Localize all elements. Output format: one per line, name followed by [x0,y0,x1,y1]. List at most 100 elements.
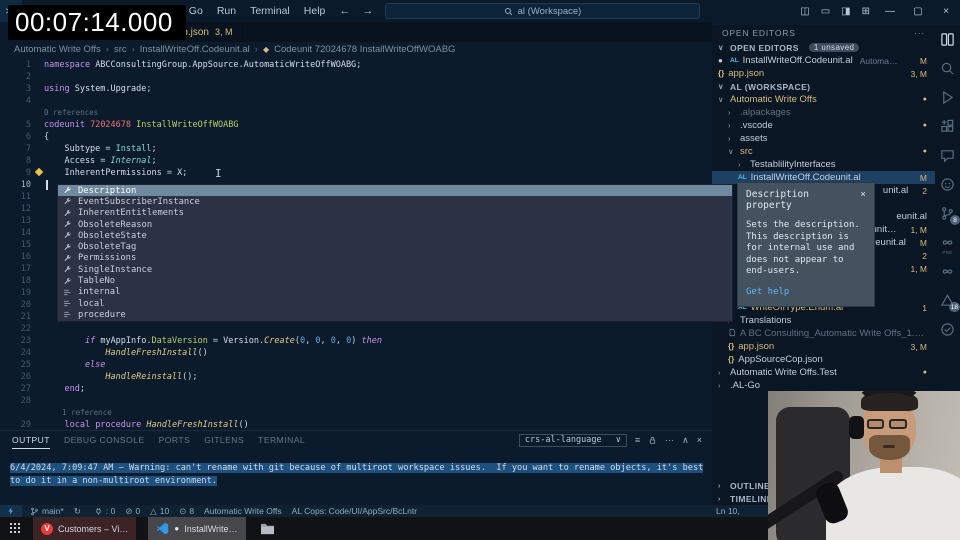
suggest-item[interactable]: InherentEntitlements [58,208,732,219]
breadcrumb-item[interactable]: Automatic Write Offs [14,44,101,55]
output-channel-select[interactable]: crs-al-language ∨ [518,433,627,447]
code-line[interactable]: 6 { [0,131,712,143]
tree-item[interactable]: ∨ src ● [712,145,935,158]
tree-section-header[interactable]: ∨ AL (WORKSPACE) [712,80,935,93]
panel-tab-output[interactable]: OUTPUT [12,431,50,449]
suggest-item[interactable]: SingleInstance [58,264,732,275]
branch-icon[interactable]: 8 [939,205,960,225]
tree-item[interactable]: {} app.json 3, M [712,67,935,80]
taskbar-vscode[interactable]: ● InstallWrite… [148,517,246,540]
status-error[interactable]: ⊘ 0 [125,506,140,517]
panel-tab-debug-console[interactable]: DEBUG CONSOLE [64,431,145,449]
test-icon[interactable]: 18 [939,292,960,312]
more-icon[interactable]: ··· [665,435,674,446]
code-line[interactable]: 8 Access = Internal; [0,155,712,167]
status-cursor-position[interactable]: Ln 10, [716,505,740,517]
tree-item[interactable]: A BC Consulting_Automatic Write Offs_1.0… [712,327,935,340]
tree-item[interactable]: › .vscode ● [712,119,935,132]
status-sync[interactable]: ↻ [74,506,84,517]
maximize-button[interactable]: ▢ [904,0,932,22]
tree-item[interactable]: ›Translations [712,314,935,327]
status-warning[interactable]: △ 10 [150,506,169,517]
close-button[interactable]: × [932,0,960,22]
remote-status-icon[interactable] [0,505,22,517]
search-icon[interactable] [939,60,956,77]
status-dotcircle[interactable]: ⊙ 8 [179,506,194,517]
back-icon[interactable]: ← [339,5,350,17]
code-line[interactable]: 7 Subtype = Install; [0,143,712,155]
suggest-item[interactable]: ObsoleteTag [58,241,732,252]
taskbar-vivaldi[interactable]: V Customers – Vi… [33,517,137,540]
code-line[interactable]: 3 using System.Upgrade; [0,83,712,95]
suggest-item[interactable]: Description [58,185,732,197]
code-line[interactable]: 9 InherentPermissions = X; [0,167,712,179]
suggest-item[interactable]: ObsoleteReason [58,219,732,230]
tree-item[interactable]: › assets [712,132,935,145]
suggest-item[interactable]: internal [58,287,732,298]
run-debug-icon[interactable] [939,89,956,106]
code-line[interactable]: 29 local procedure HandleFreshInstall() [0,419,712,430]
code-line[interactable]: 5 codeunit 72024678 InstallWriteOffWOABG [0,119,712,131]
start-menu-icon[interactable] [10,523,21,534]
suggest-item[interactable]: TableNo [58,275,732,286]
command-center-search[interactable]: al (Workspace) [385,3,700,19]
split-editor-icon[interactable]: ◫ [800,6,809,17]
panel-tab-gitlens[interactable]: GITLENS [204,431,244,449]
status-text[interactable]: AL Cops: Code/UI/AppSrc/BcLntr [292,506,417,516]
tree-item[interactable]: › TestablilityInterfaces [712,158,935,171]
chat-icon[interactable] [939,147,956,164]
menu-go[interactable]: Go [189,5,203,17]
pre-pipeline-icon[interactable]: PRE [939,234,956,255]
code-line[interactable]: 26 HandleReinstall(); [0,371,712,383]
tree-item[interactable]: {} AppSourceCop.json [712,353,935,366]
word-wrap-icon[interactable]: ≡ [635,435,640,446]
approvals-icon[interactable] [939,321,956,338]
code-line[interactable]: 25 else [0,359,712,371]
status-text[interactable]: Automatic Write Offs [204,506,282,516]
close-icon[interactable]: × [860,189,866,211]
get-help-link[interactable]: Get help [746,287,866,297]
status-plug[interactable]: : 0 [94,506,115,516]
explorer-icon[interactable] [939,31,956,48]
code-line[interactable]: 1 namespace ABCConsultingGroup.AppSource… [0,59,712,71]
code-line[interactable]: 24 HandleFreshInstall() [0,347,712,359]
tree-item[interactable]: › Automatic Write Offs.Test ● [712,366,935,379]
more-actions-icon[interactable]: ··· [914,28,925,38]
extensions-icon[interactable] [939,118,956,135]
tree-section-header[interactable]: ∨ OPEN EDITORS 1 unsaved [712,41,935,54]
panel-tab-ports[interactable]: PORTS [159,431,191,449]
toggle-panel-icon[interactable]: ▭ [821,6,830,17]
lock-icon[interactable] [648,435,657,446]
menu-terminal[interactable]: Terminal [250,5,290,17]
minimize-button[interactable]: — [876,0,904,22]
tree-item[interactable]: {} app.json 3, M [712,340,935,353]
collapse-icon[interactable]: ∧ [682,435,689,446]
code-line[interactable]: 22 [0,323,712,335]
lightbulb-icon[interactable] [34,167,44,177]
forward-icon[interactable]: → [362,5,373,17]
suggest-item[interactable]: EventSubscriberInstance [58,196,732,207]
code-line[interactable]: 23 if myAppInfo.DataVersion = Version.Cr… [0,335,712,347]
code-reference-lens[interactable]: 0 references [0,107,712,119]
menu-run[interactable]: Run [217,5,236,17]
tree-item[interactable]: ● AL InstallWriteOff.Codeunit.al Automa… M [712,54,935,67]
close-icon[interactable]: × [697,435,702,446]
panel-tab-terminal[interactable]: TERMINAL [258,431,305,449]
code-line[interactable]: 28 [0,395,712,407]
output-log[interactable]: 6/4/2024, 7:09:47 AM – Warning: can't re… [0,449,712,487]
toggle-sidebar-icon[interactable]: ◨ [841,6,850,17]
breadcrumb[interactable]: Automatic Write Offs › src › InstallWriteOff… [0,42,712,56]
code-line[interactable]: 2 [0,71,712,83]
code-line[interactable]: 27 end; [0,383,712,395]
customize-layout-icon[interactable]: ⊞ [862,6,870,17]
code-reference-lens[interactable]: 1 reference [0,407,712,419]
tree-item[interactable]: ∨ Automatic Write Offs ● [712,93,935,106]
breadcrumb-item[interactable]: InstallWriteOff.Codeunit.al [140,44,250,55]
tree-item[interactable]: › .alpackages [712,106,935,119]
suggest-item[interactable]: procedure [58,309,732,320]
breadcrumb-symbol[interactable]: Codeunit 72024678 InstallWriteOffWOABG [274,44,455,55]
status-branch[interactable]: main* [30,506,64,516]
account-icon[interactable] [939,176,956,193]
suggest-item[interactable]: ObsoleteState [58,230,732,241]
suggest-item[interactable]: Permissions [58,253,732,264]
